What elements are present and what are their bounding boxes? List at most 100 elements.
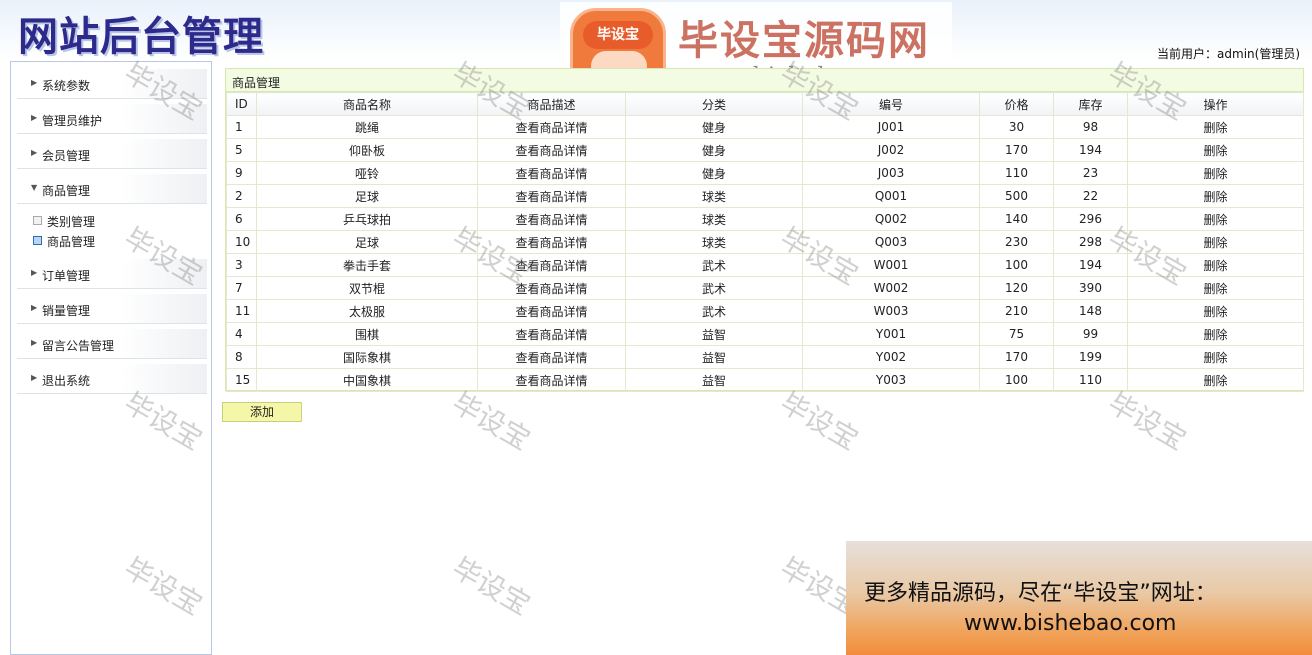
cell-category: 健身 <box>625 138 803 162</box>
sidebar-item-sales[interactable]: ▶ 销量管理 <box>17 294 207 324</box>
cell-description[interactable]: 查看商品详情 <box>477 230 626 254</box>
table-body: 1 跳绳 查看商品详情 健身 J001 30 98 删除 5 仰卧板 查看商品详情 健身 J002 170… <box>226 115 1304 392</box>
cell-category: 球类 <box>625 230 803 254</box>
cell-code: W003 <box>802 299 980 323</box>
cell-name: 足球 <box>256 184 478 208</box>
column-header-code: 编号 <box>802 92 980 116</box>
cell-id: 4 <box>226 322 257 346</box>
cell-stock: 22 <box>1053 184 1128 208</box>
add-product-button[interactable]: 添加 <box>222 402 302 422</box>
sidebar-item-messages[interactable]: ▶ 留言公告管理 <box>17 329 207 359</box>
table-header-row: ID 商品名称 商品描述 分类 编号 价格 库存 操作 <box>226 92 1304 116</box>
cell-category: 益智 <box>625 345 803 369</box>
sidebar-item-admin-maintenance[interactable]: ▶ 管理员维护 <box>17 104 207 134</box>
delete-link[interactable]: 删除 <box>1127 207 1304 231</box>
cell-stock: 148 <box>1053 299 1128 323</box>
table-row: 6 乒乓球拍 查看商品详情 球类 Q002 140 296 删除 <box>226 207 1304 231</box>
cell-description[interactable]: 查看商品详情 <box>477 345 626 369</box>
sidebar-subitem-label: 商品管理 <box>47 235 96 249</box>
sidebar-item-label: 销量管理 <box>42 304 91 318</box>
cell-id: 10 <box>226 230 257 254</box>
chevron-down-icon: ▼ <box>31 183 38 192</box>
cell-id: 2 <box>226 184 257 208</box>
cell-price: 230 <box>979 230 1054 254</box>
cell-stock: 194 <box>1053 138 1128 162</box>
sidebar-item-system-params[interactable]: ▶ 系统参数 <box>17 69 207 99</box>
table-row: 11 太极服 查看商品详情 武术 W003 210 148 删除 <box>226 299 1304 323</box>
sidebar-item-products[interactable]: ▼ 商品管理 <box>17 174 207 204</box>
sidebar-item-logout[interactable]: ▶ 退出系统 <box>17 364 207 394</box>
sidebar: ▶ 系统参数 ▶ 管理员维护 ▶ 会员管理 ▼ 商品管理 类别管理 商品管理 ▶… <box>10 61 212 655</box>
column-header-name: 商品名称 <box>256 92 478 116</box>
delete-link[interactable]: 删除 <box>1127 299 1304 323</box>
app-title: 网站后台管理 <box>18 14 264 60</box>
table-row: 9 哑铃 查看商品详情 健身 J003 110 23 删除 <box>226 161 1304 185</box>
cell-description[interactable]: 查看商品详情 <box>477 253 626 277</box>
sidebar-item-label: 留言公告管理 <box>42 339 115 353</box>
cell-code: Q003 <box>802 230 980 254</box>
sidebar-item-label: 管理员维护 <box>42 114 103 128</box>
cell-name: 围棋 <box>256 322 478 346</box>
sidebar-item-label: 会员管理 <box>42 149 91 163</box>
cell-description[interactable]: 查看商品详情 <box>477 299 626 323</box>
sidebar-item-members[interactable]: ▶ 会员管理 <box>17 139 207 169</box>
delete-link[interactable]: 删除 <box>1127 138 1304 162</box>
cell-description[interactable]: 查看商品详情 <box>477 138 626 162</box>
cell-description[interactable]: 查看商品详情 <box>477 161 626 185</box>
cell-description[interactable]: 查看商品详情 <box>477 115 626 139</box>
sidebar-item-label: 订单管理 <box>42 269 91 283</box>
cell-description[interactable]: 查看商品详情 <box>477 207 626 231</box>
cell-name: 国际象棋 <box>256 345 478 369</box>
delete-link[interactable]: 删除 <box>1127 345 1304 369</box>
cell-name: 跳绳 <box>256 115 478 139</box>
cell-stock: 199 <box>1053 345 1128 369</box>
cell-price: 100 <box>979 368 1054 392</box>
square-icon <box>33 216 42 225</box>
cell-category: 武术 <box>625 253 803 277</box>
delete-link[interactable]: 删除 <box>1127 276 1304 300</box>
cell-stock: 296 <box>1053 207 1128 231</box>
cell-code: J002 <box>802 138 980 162</box>
cell-category: 武术 <box>625 276 803 300</box>
cell-id: 11 <box>226 299 257 323</box>
panel-title: 商品管理 <box>226 69 1303 92</box>
watermark-text: 毕设宝 <box>446 386 536 457</box>
cell-id: 5 <box>226 138 257 162</box>
cell-description[interactable]: 查看商品详情 <box>477 184 626 208</box>
sidebar-subitem-label: 类别管理 <box>47 215 96 229</box>
cell-code: J001 <box>802 115 980 139</box>
cell-category: 球类 <box>625 207 803 231</box>
logo-badge-text: 毕设宝 <box>583 21 653 49</box>
cell-price: 120 <box>979 276 1054 300</box>
cell-description[interactable]: 查看商品详情 <box>477 368 626 392</box>
watermark-text: 毕设宝 <box>774 386 864 457</box>
column-header-category: 分类 <box>625 92 803 116</box>
cell-price: 30 <box>979 115 1054 139</box>
chevron-right-icon: ▶ <box>31 373 38 382</box>
delete-link[interactable]: 删除 <box>1127 230 1304 254</box>
delete-link[interactable]: 删除 <box>1127 368 1304 392</box>
delete-link[interactable]: 删除 <box>1127 253 1304 277</box>
cell-code: Y002 <box>802 345 980 369</box>
delete-link[interactable]: 删除 <box>1127 161 1304 185</box>
cell-category: 健身 <box>625 161 803 185</box>
watermark-text: 毕设宝 <box>1102 386 1192 457</box>
cell-description[interactable]: 查看商品详情 <box>477 322 626 346</box>
delete-link[interactable]: 删除 <box>1127 184 1304 208</box>
sidebar-item-orders[interactable]: ▶ 订单管理 <box>17 259 207 289</box>
cell-price: 500 <box>979 184 1054 208</box>
cell-description[interactable]: 查看商品详情 <box>477 276 626 300</box>
cell-price: 170 <box>979 138 1054 162</box>
cell-name: 中国象棋 <box>256 368 478 392</box>
cell-name: 拳击手套 <box>256 253 478 277</box>
chevron-right-icon: ▶ <box>31 78 38 87</box>
cell-name: 乒乓球拍 <box>256 207 478 231</box>
product-table: ID 商品名称 商品描述 分类 编号 价格 库存 操作 1 跳绳 查看商品详情 健身 J… <box>226 92 1304 392</box>
cell-id: 7 <box>226 276 257 300</box>
cell-stock: 194 <box>1053 253 1128 277</box>
delete-link[interactable]: 删除 <box>1127 322 1304 346</box>
cell-name: 哑铃 <box>256 161 478 185</box>
sidebar-item-label: 商品管理 <box>42 184 91 198</box>
column-header-price: 价格 <box>979 92 1054 116</box>
delete-link[interactable]: 删除 <box>1127 115 1304 139</box>
